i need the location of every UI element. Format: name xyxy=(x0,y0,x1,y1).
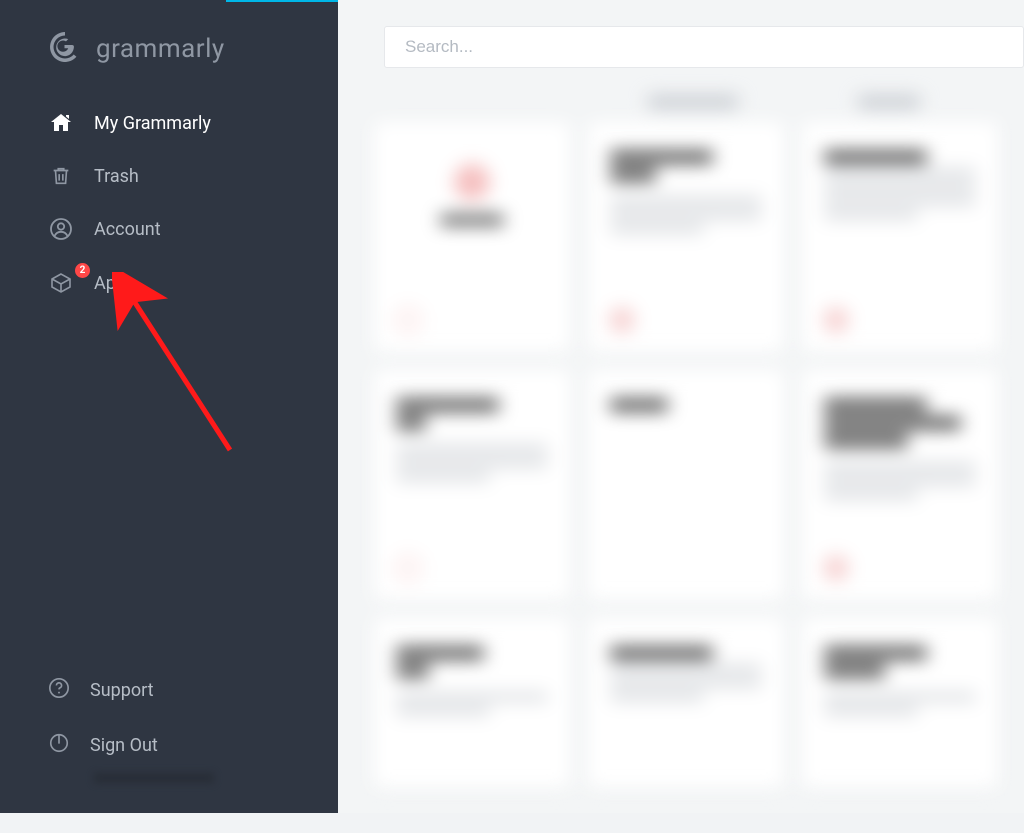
grammarly-logo-icon xyxy=(48,30,82,68)
sidebar-item-sign-out[interactable]: Sign Out xyxy=(20,718,318,773)
help-icon xyxy=(48,677,70,704)
sidebar-item-label: Sign Out xyxy=(90,735,158,756)
user-icon xyxy=(48,217,74,241)
home-icon xyxy=(48,111,74,135)
main-content xyxy=(338,0,1024,813)
sidebar-item-trash[interactable]: Trash xyxy=(20,150,318,202)
doc-card xyxy=(588,370,784,600)
blurred-documents-area xyxy=(374,96,1024,833)
doc-card xyxy=(588,618,784,788)
brand-logo[interactable]: grammarly xyxy=(0,0,338,96)
search-input[interactable] xyxy=(403,36,1005,58)
obscured-user-info xyxy=(94,773,214,783)
top-accent-bar xyxy=(226,0,346,2)
notification-badge: 2 xyxy=(75,263,90,278)
sidebar-item-support[interactable]: Support xyxy=(20,663,318,718)
search-bar[interactable] xyxy=(384,26,1024,68)
sidebar-item-account[interactable]: Account xyxy=(20,202,318,256)
sidebar-item-my-grammarly[interactable]: My Grammarly xyxy=(20,96,318,150)
doc-card xyxy=(374,122,570,352)
doc-card xyxy=(802,122,998,352)
doc-card xyxy=(802,618,998,788)
power-icon xyxy=(48,732,70,759)
sidebar-item-label: Support xyxy=(90,680,154,701)
sidebar-item-label: My Grammarly xyxy=(94,113,211,134)
sidebar-item-label: Trash xyxy=(94,166,139,187)
cube-icon xyxy=(48,271,74,295)
sidebar-footer: Support Sign Out xyxy=(0,663,338,813)
doc-card xyxy=(588,122,784,352)
doc-card xyxy=(374,618,570,788)
sidebar-item-label: Apps xyxy=(94,273,135,294)
doc-card xyxy=(802,370,998,600)
doc-card xyxy=(374,370,570,600)
brand-name: grammarly xyxy=(96,34,225,64)
trash-icon xyxy=(48,165,74,187)
sidebar: grammarly My Grammarly Trash xyxy=(0,0,338,813)
sidebar-nav: My Grammarly Trash Account xyxy=(0,96,338,310)
sidebar-item-label: Account xyxy=(94,219,161,240)
sidebar-item-apps[interactable]: 2 Apps xyxy=(20,256,318,310)
